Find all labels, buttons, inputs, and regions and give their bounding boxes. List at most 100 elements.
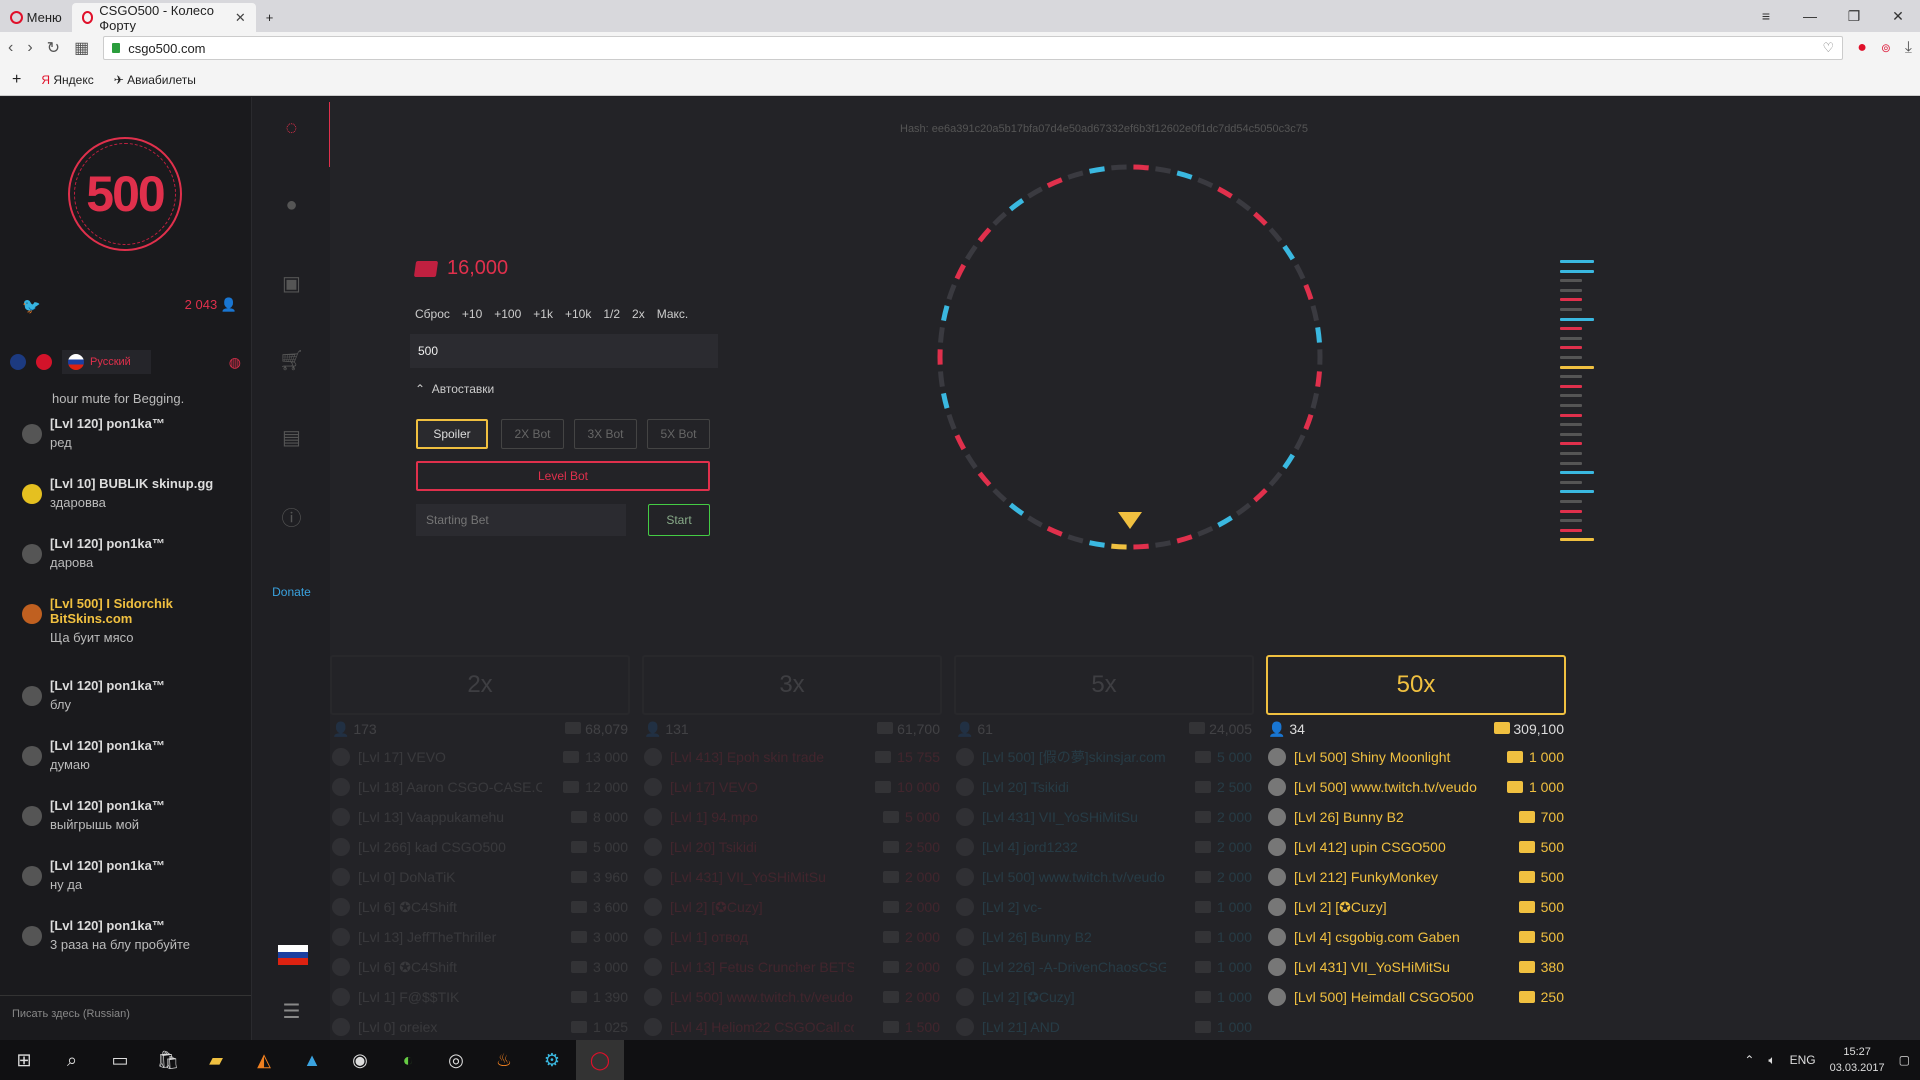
avatar[interactable] [22, 544, 42, 564]
bet-2x-button[interactable]: 2x [330, 655, 630, 715]
avatar[interactable] [22, 806, 42, 826]
avatar[interactable] [22, 604, 42, 624]
bookmark-heart-icon[interactable]: ♡ [1823, 40, 1835, 56]
minimize-icon[interactable]: — [1788, 8, 1832, 24]
notifications-icon[interactable]: ▢ [1899, 1053, 1910, 1067]
bettor-name[interactable]: [Lvl 13] JeffTheThriller [332, 928, 542, 946]
avatar[interactable] [22, 686, 42, 706]
close-tab-icon[interactable]: ✕ [235, 10, 246, 26]
start-button[interactable]: Start [648, 504, 710, 536]
bettor-name[interactable]: [Lvl 21] AND [956, 1018, 1166, 1036]
avatar[interactable] [22, 926, 42, 946]
bet-plus100-button[interactable]: +100 [494, 307, 521, 321]
bettor-name[interactable]: [Lvl 431] VII_YoSHiMitSu [1268, 958, 1478, 976]
bet-double-button[interactable]: 2x [632, 307, 645, 321]
bettor-name[interactable]: [Lvl 20] Tsikidi [644, 838, 854, 856]
opera-menu-button[interactable]: Меню [0, 3, 72, 32]
bettor-name[interactable]: [Lvl 226] -A-DrivenChaosCSGO [956, 958, 1166, 976]
bettor-name[interactable]: [Lvl 1] отвод [644, 928, 854, 946]
bet-max-button[interactable]: Макс. [657, 307, 689, 321]
bettor-name[interactable]: [Lvl 500] www.twitch.tv/veudo [644, 988, 854, 1006]
bot-3x-button[interactable]: 3X Bot [574, 419, 637, 449]
store-icon[interactable]: 🛍︎ [144, 1040, 192, 1080]
bet-reset-button[interactable]: Сброс [415, 307, 450, 321]
autobet-toggle[interactable]: ⌃ Автоставки [415, 382, 494, 396]
maximize-icon[interactable]: ❐ [1832, 8, 1876, 25]
new-tab-button[interactable]: + [256, 3, 284, 32]
bookmark-avia[interactable]: ✈ Авиабилеты [114, 73, 196, 87]
spoiler-button[interactable]: Spoiler [416, 419, 488, 449]
gift-icon[interactable]: ▤ [252, 425, 331, 450]
bettor-name[interactable]: [Lvl 500] www.twitch.tv/veudo [956, 868, 1166, 886]
tray-chevron-icon[interactable]: ⌃ [1744, 1053, 1754, 1067]
tab-menu-icon[interactable]: ≡ [1744, 8, 1788, 24]
cart-icon[interactable]: 🛒︎ [252, 348, 331, 373]
bettor-name[interactable]: [Lvl 18] Aaron CSGO-CASE.C [332, 778, 542, 796]
bettor-name[interactable]: [Lvl 0] DoNaTiK [332, 868, 542, 886]
bet-plus1k-button[interactable]: +1k [533, 307, 553, 321]
bet-5x-button[interactable]: 5x [954, 655, 1254, 715]
chat-username[interactable]: [Lvl 120] pon1ka™ [50, 858, 165, 873]
speed-dial-icon[interactable]: ▦ [74, 38, 89, 58]
bettor-name[interactable]: [Lvl 2] [✪Cuzy] [956, 988, 1166, 1006]
bet-plus10k-button[interactable]: +10k [565, 307, 591, 321]
bettor-name[interactable]: [Lvl 4] Heliom22 CSGOCall.cor [644, 1018, 854, 1036]
csgo-icon[interactable]: ◎ [432, 1040, 480, 1080]
bet-3x-button[interactable]: 3x [642, 655, 942, 715]
chat-username[interactable]: [Lvl 120] pon1ka™ [50, 918, 190, 933]
chat-input[interactable]: Писать здесь (Russian) [0, 995, 251, 1035]
bettor-name[interactable]: [Lvl 6] ✪C4Shift [332, 958, 542, 976]
bettor-name[interactable]: [Lvl 4] csgobig.com Gaben [1268, 928, 1478, 946]
chat-username[interactable]: [Lvl 120] pon1ka™ [50, 798, 165, 813]
bettor-name[interactable]: [Lvl 20] Tsikidi [956, 778, 1166, 796]
bettor-name[interactable]: [Lvl 17] VEVO [644, 778, 854, 796]
start-icon[interactable]: ⊞ [0, 1040, 48, 1080]
chat-username[interactable]: [Lvl 120] pon1ka™ [50, 678, 165, 693]
forward-icon[interactable]: › [27, 39, 32, 57]
globe-icon[interactable]: ◍ [229, 354, 241, 371]
opera-extension-icon[interactable]: ● [1857, 39, 1867, 57]
bettor-name[interactable]: [Lvl 500] Shiny Moonlight [1268, 748, 1478, 766]
reload-icon[interactable]: ↻ [47, 38, 60, 58]
game-icon[interactable]: ♨ [480, 1040, 528, 1080]
bettor-name[interactable]: [Lvl 413] Epoh skin trade [644, 748, 854, 766]
bettor-name[interactable]: [Lvl 266] kad CSGO500 [332, 838, 542, 856]
back-icon[interactable]: ‹ [8, 39, 13, 57]
twitter-icon[interactable]: 🐦 [22, 297, 41, 315]
bettor-name[interactable]: [Lvl 6] ✪C4Shift [332, 898, 542, 916]
chat-username[interactable]: [Lvl 500] I Sidorchik BitSkins.com [50, 596, 239, 626]
bettor-name[interactable]: [Lvl 1] F@$$TIK [332, 988, 542, 1006]
opera-taskbar-icon[interactable]: ◯ [576, 1040, 624, 1080]
info-icon[interactable]: ⓘ [252, 502, 331, 531]
uk-flag-icon[interactable] [10, 354, 26, 370]
bettor-name[interactable]: [Lvl 431] VII_YoSHiMitSu [644, 868, 854, 886]
drive-icon[interactable]: ▲ [288, 1040, 336, 1080]
chat-username[interactable]: [Lvl 120] pon1ka™ [50, 738, 165, 753]
turkey-flag-icon[interactable] [36, 354, 52, 370]
csgo500-logo[interactable]: 500 [68, 137, 182, 251]
bettor-name[interactable]: [Lvl 13] Fetus Cruncher BETS [644, 958, 854, 976]
bettor-name[interactable]: [Lvl 26] Bunny B2 [1268, 808, 1478, 826]
bettor-name[interactable]: [Lvl 2] vc- [956, 898, 1166, 916]
bettor-name[interactable]: [Lvl 13] Vaappukamehu [332, 808, 542, 826]
bettor-name[interactable]: [Lvl 4] jord1232 [956, 838, 1166, 856]
profile-icon[interactable]: ● [252, 194, 331, 217]
bettor-name[interactable]: [Lvl 1] 94.mpo [644, 808, 854, 826]
search-icon[interactable]: ⌕ [48, 1040, 96, 1080]
wheel-icon[interactable]: ◌ [252, 117, 331, 140]
media-icon[interactable]: ◉ [336, 1040, 384, 1080]
bookmark-yandex[interactable]: Я Яндекс [41, 73, 93, 87]
bot-2x-button[interactable]: 2X Bot [501, 419, 564, 449]
bettor-name[interactable]: [Lvl 2] [✪Cuzy] [644, 898, 854, 916]
avatar[interactable] [22, 424, 42, 444]
inventory-icon[interactable]: ▣ [252, 271, 331, 296]
steam-icon[interactable]: ⚙ [528, 1040, 576, 1080]
add-bookmark-icon[interactable]: + [12, 71, 21, 89]
explorer-icon[interactable]: ▰ [192, 1040, 240, 1080]
input-language[interactable]: ENG [1790, 1053, 1816, 1067]
avatar[interactable] [22, 746, 42, 766]
bettor-name[interactable]: [Lvl 500] Heimdall CSGO500 [1268, 988, 1478, 1006]
avatar[interactable] [22, 866, 42, 886]
russian-lang-tab[interactable]: Русский [62, 350, 151, 374]
bettor-name[interactable]: [Lvl 431] VII_YoSHiMitSu [956, 808, 1166, 826]
